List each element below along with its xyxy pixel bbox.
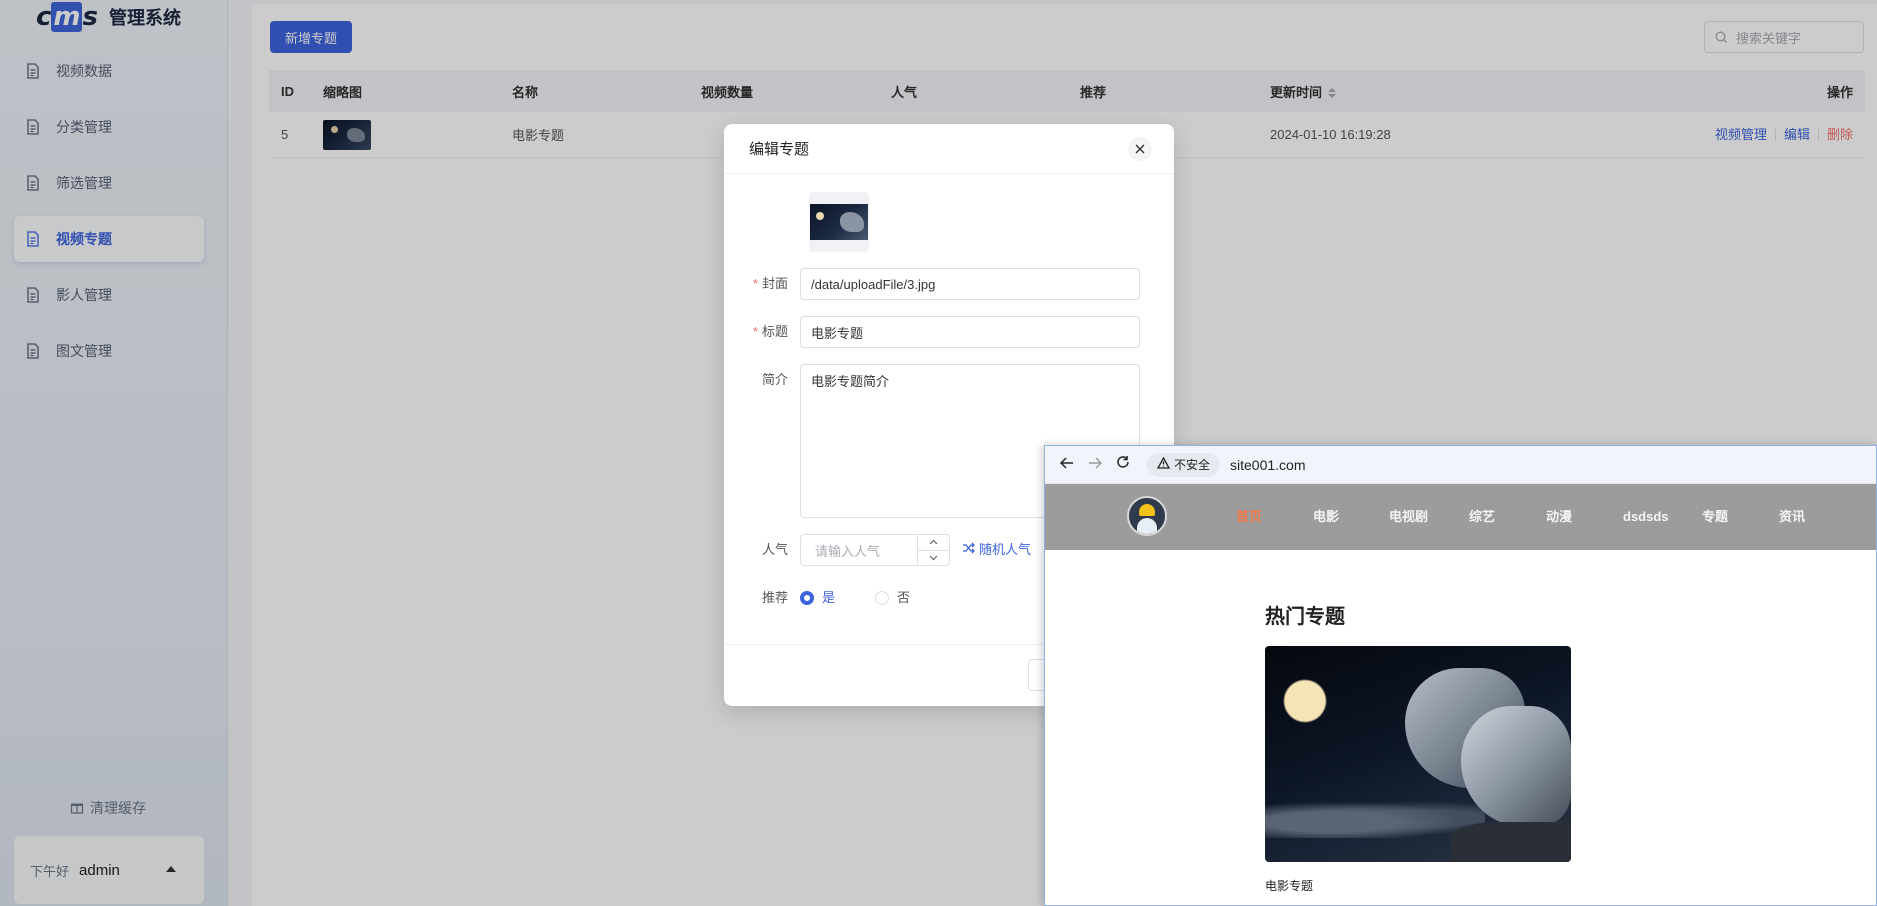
site-nav-movies[interactable]: 电影 <box>1313 484 1339 550</box>
cover-preview-image <box>810 204 868 240</box>
cover-label: * 封面 <box>752 276 788 291</box>
recommend-label: 推荐 <box>761 590 788 605</box>
site-avatar[interactable] <box>1127 496 1167 536</box>
forward-button[interactable] <box>1081 451 1109 479</box>
site-nav-news[interactable]: 资讯 <box>1779 484 1805 550</box>
stepper-arrows <box>917 535 949 565</box>
close-button[interactable] <box>1128 137 1152 161</box>
dialog-header: 编辑专题 <box>724 124 1174 174</box>
popularity-stepper[interactable]: 请输入人气 <box>800 534 950 566</box>
popularity-label: 人气 <box>761 542 788 557</box>
title-label: * 标题 <box>752 324 788 339</box>
chevron-up-icon <box>929 537 938 547</box>
site-navbar: 首页 电影 电视剧 综艺 动漫 dsdsds 专题 资讯 <box>1045 484 1876 550</box>
warning-icon <box>1156 456 1171 472</box>
shuffle-icon <box>962 534 975 566</box>
site-nav-anime[interactable]: 动漫 <box>1546 484 1572 550</box>
arrow-left-icon <box>1059 456 1074 474</box>
title-input[interactable]: 电影专题 <box>800 316 1140 348</box>
recommend-yes-radio[interactable]: 是 <box>800 582 835 614</box>
browser-toolbar: 不安全 site001.com <box>1045 446 1876 484</box>
reload-button[interactable] <box>1109 451 1137 479</box>
site-nav-variety[interactable]: 综艺 <box>1469 484 1495 550</box>
back-button[interactable] <box>1053 451 1081 479</box>
random-popularity-label: 随机人气 <box>979 542 1032 557</box>
browser-window: 不安全 site001.com 首页 电影 电视剧 综艺 动漫 dsdsds 专… <box>1044 445 1877 906</box>
cover-field: * 封面 /data/uploadFile/3.jpg <box>724 268 1174 300</box>
popularity-placeholder: 请输入人气 <box>815 543 881 559</box>
title-field: * 标题 电影专题 <box>724 316 1174 348</box>
intro-label: 简介 <box>761 372 788 387</box>
close-icon <box>1135 141 1145 158</box>
topic-card-image[interactable] <box>1265 646 1571 862</box>
arrow-right-icon <box>1088 456 1103 474</box>
address-bar[interactable]: 不安全 site001.com <box>1147 451 1306 479</box>
url-text: site001.com <box>1230 456 1306 473</box>
security-badge[interactable]: 不安全 <box>1147 452 1221 477</box>
topic-card-caption[interactable]: 电影专题 <box>1265 877 1313 894</box>
cover-input[interactable]: /data/uploadFile/3.jpg <box>800 268 1140 300</box>
radio-dot <box>800 591 814 605</box>
cover-preview[interactable] <box>809 192 869 252</box>
site-nav-dsdsds[interactable]: dsdsds <box>1623 484 1669 550</box>
site-nav-tv[interactable]: 电视剧 <box>1389 484 1428 550</box>
radio-dot <box>875 591 890 605</box>
reload-icon <box>1116 455 1130 474</box>
chevron-down-icon <box>929 553 938 563</box>
hot-topics-title: 热门专题 <box>1265 606 1345 628</box>
increment-button[interactable] <box>918 535 949 551</box>
decrement-button[interactable] <box>918 551 949 566</box>
insecure-label: 不安全 <box>1174 458 1211 472</box>
site-nav-home[interactable]: 首页 <box>1236 484 1262 550</box>
random-popularity-button[interactable]: 随机人气 <box>962 534 1031 566</box>
dialog-title: 编辑专题 <box>749 141 810 158</box>
recommend-no-radio[interactable]: 否 <box>875 582 910 614</box>
site-nav-topics[interactable]: 专题 <box>1702 484 1728 550</box>
